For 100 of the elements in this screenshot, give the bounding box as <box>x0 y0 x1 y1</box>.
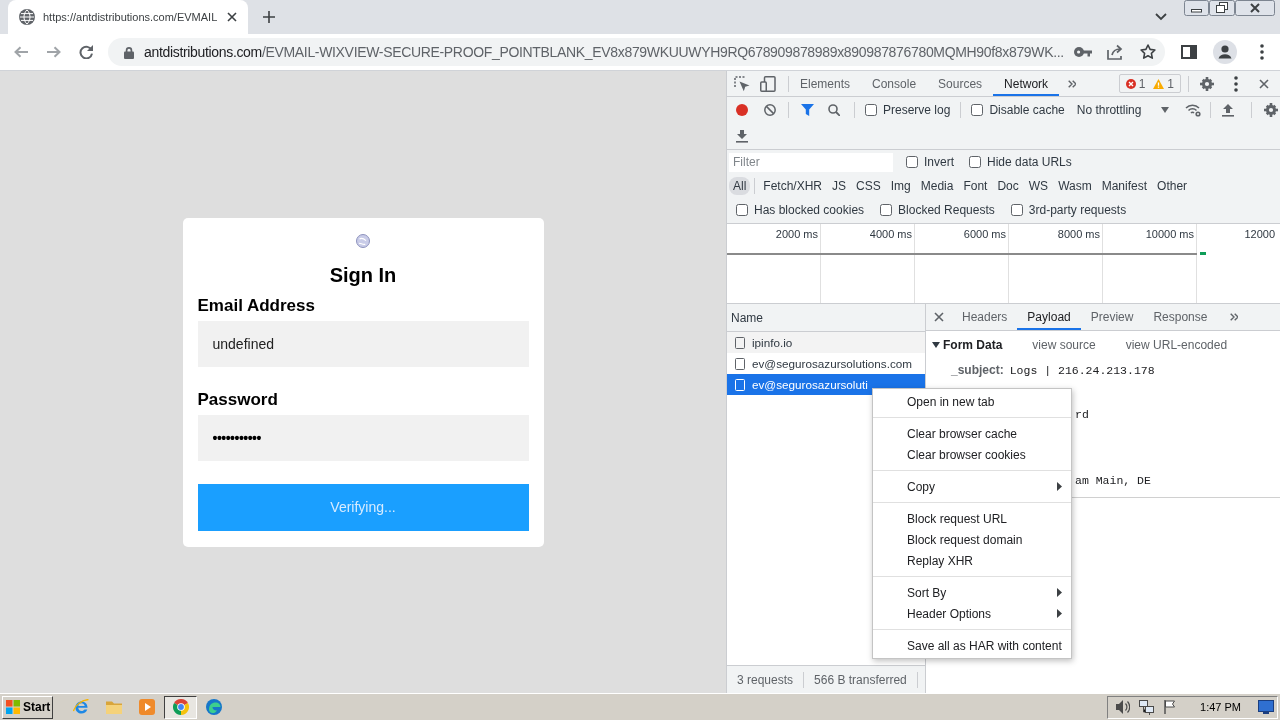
download-icon[interactable] <box>736 129 748 143</box>
checkbox[interactable] <box>865 104 877 116</box>
menu-item[interactable]: Block request domain <box>873 529 1071 550</box>
record-icon[interactable] <box>736 104 748 116</box>
flag-icon[interactable] <box>1164 700 1176 714</box>
menu-item[interactable]: Clear browser cookies <box>873 444 1071 465</box>
menu-item[interactable]: Sort By <box>873 582 1071 603</box>
checkbox[interactable] <box>736 204 748 216</box>
clock-text[interactable]: 1:47 PM <box>1200 701 1241 713</box>
detail-tab[interactable]: Response <box>1143 304 1218 330</box>
wifi-settings-icon[interactable] <box>1185 103 1202 117</box>
restore-icon[interactable] <box>1209 0 1235 16</box>
double-chevron-icon[interactable] <box>1230 313 1239 321</box>
menu-item[interactable]: Copy <box>873 476 1071 497</box>
issues-badge[interactable]: 1 1 <box>1118 74 1181 93</box>
type-filter-button[interactable]: Media <box>916 177 958 195</box>
field-value: am Main, DE <box>1075 473 1151 487</box>
panel-tab[interactable]: Network <box>993 71 1060 96</box>
view-link[interactable]: view URL-encoded <box>1125 338 1228 352</box>
panel-tab[interactable]: Sources <box>927 71 994 96</box>
field-label: Email Address <box>197 295 316 316</box>
detail-tab[interactable]: Preview <box>1080 304 1144 330</box>
close-icon[interactable] <box>934 312 944 322</box>
type-filter-button[interactable]: JS <box>828 177 851 195</box>
type-filter-button[interactable]: Manifest <box>1097 177 1152 195</box>
type-filter-button[interactable]: Doc <box>993 177 1023 195</box>
lock-icon[interactable] <box>124 45 134 59</box>
throttling-select[interactable]: No throttling <box>1076 103 1170 117</box>
request-row[interactable]: ev@segurosazursoluti <box>727 374 925 395</box>
filter-field[interactable]: Filter <box>729 152 893 172</box>
filter-icon[interactable] <box>801 104 814 116</box>
timeline-tick-label: 2000 ms <box>775 228 818 240</box>
request-timeline-bar <box>1200 252 1206 255</box>
star-icon[interactable] <box>1140 44 1156 60</box>
checkbox[interactable] <box>906 156 918 168</box>
document-icon <box>735 336 745 349</box>
type-filter-button[interactable]: CSS <box>852 177 885 195</box>
request-row[interactable]: ipinfo.io <box>727 332 925 353</box>
type-filter-button[interactable]: Fetch/XHR <box>759 177 827 195</box>
settings-icon[interactable] <box>1200 76 1214 91</box>
minimize-icon[interactable] <box>1184 0 1209 16</box>
menu-item[interactable]: Replay XHR <box>873 550 1071 571</box>
email-field[interactable]: undefined <box>197 320 529 367</box>
close-icon[interactable] <box>227 12 237 22</box>
key-icon[interactable] <box>1074 47 1092 57</box>
type-filter-button[interactable]: Other <box>1153 177 1192 195</box>
warning-icon <box>1153 78 1165 89</box>
column-header[interactable]: Name <box>727 304 925 332</box>
checkbox[interactable] <box>969 156 981 168</box>
checkbox[interactable] <box>880 204 893 216</box>
detail-tab[interactable]: Headers <box>952 304 1018 330</box>
detail-tab[interactable]: Payload <box>1017 304 1081 330</box>
checkbox-label: Has blocked cookies <box>754 203 865 217</box>
browser-tab[interactable]: https://antdistributions.com/EVMAIL <box>8 0 248 34</box>
password-field[interactable]: ••••••••••• <box>197 414 529 461</box>
address-bar[interactable]: antdistributions.com/EVMAIL-WIXVIEW-SECURE-PROOF_POINTBLANK_EV8x879WKUUWYH9RQ678909878989x890987876780MQMH90f8x879WK... <box>108 38 1165 66</box>
show-desktop-icon[interactable] <box>1258 700 1274 714</box>
speaker-icon[interactable] <box>1116 699 1131 715</box>
sidebar-icon[interactable] <box>1181 45 1197 59</box>
timeline-tick-label: 6000 ms <box>963 228 1006 240</box>
timeline-tick-label: 12000 <box>1244 228 1275 240</box>
chevron-down-icon[interactable] <box>1155 13 1167 21</box>
menu-item[interactable]: Clear browser cache <box>873 423 1071 444</box>
kebab-menu-icon[interactable] <box>1234 75 1238 92</box>
menu-icon[interactable] <box>1260 44 1264 60</box>
upload-icon[interactable] <box>1222 103 1235 117</box>
submenu-arrow-icon <box>1057 588 1062 597</box>
view-link[interactable]: view source <box>1032 338 1096 352</box>
close-icon[interactable] <box>1235 0 1275 16</box>
type-filter-button[interactable]: Font <box>959 177 992 195</box>
reload-icon[interactable] <box>79 45 93 59</box>
share-icon[interactable] <box>1107 44 1123 60</box>
checkbox-label: Preserve log <box>883 103 951 117</box>
panel-tab[interactable]: Elements <box>789 71 862 96</box>
double-chevron-icon[interactable] <box>1068 79 1077 88</box>
menu-item[interactable]: Block request URL <box>873 508 1071 529</box>
triangle-down-icon[interactable] <box>932 342 940 348</box>
device-icon[interactable] <box>760 75 776 92</box>
plus-icon[interactable] <box>263 11 275 23</box>
inspect-cursor-icon[interactable] <box>734 75 750 92</box>
profile-icon[interactable] <box>1213 40 1237 64</box>
status-text: 566 B transferred <box>814 672 907 687</box>
network-icon[interactable] <box>1139 699 1155 715</box>
clear-icon[interactable] <box>764 104 776 116</box>
timeline-tick-label: 10000 ms <box>1145 228 1194 240</box>
type-filter-button[interactable]: Img <box>886 177 915 195</box>
type-filter-button[interactable]: Wasm <box>1054 177 1096 195</box>
type-filter-button[interactable]: WS <box>1024 177 1053 195</box>
menu-item[interactable]: Save all as HAR with content <box>873 635 1071 656</box>
swirl-logo-icon[interactable] <box>206 699 222 715</box>
start-button[interactable]: Start <box>2 695 53 719</box>
taskbar-button[interactable] <box>164 695 197 719</box>
checkbox[interactable] <box>1010 204 1023 216</box>
settings-icon[interactable] <box>1264 103 1279 117</box>
checkbox[interactable] <box>971 104 984 116</box>
panel-tab[interactable]: Console <box>861 71 928 96</box>
search-icon[interactable] <box>828 104 840 116</box>
type-filter-button[interactable]: All <box>729 177 751 195</box>
close-icon[interactable] <box>1259 78 1269 89</box>
menu-item[interactable]: Header Options <box>873 603 1071 624</box>
